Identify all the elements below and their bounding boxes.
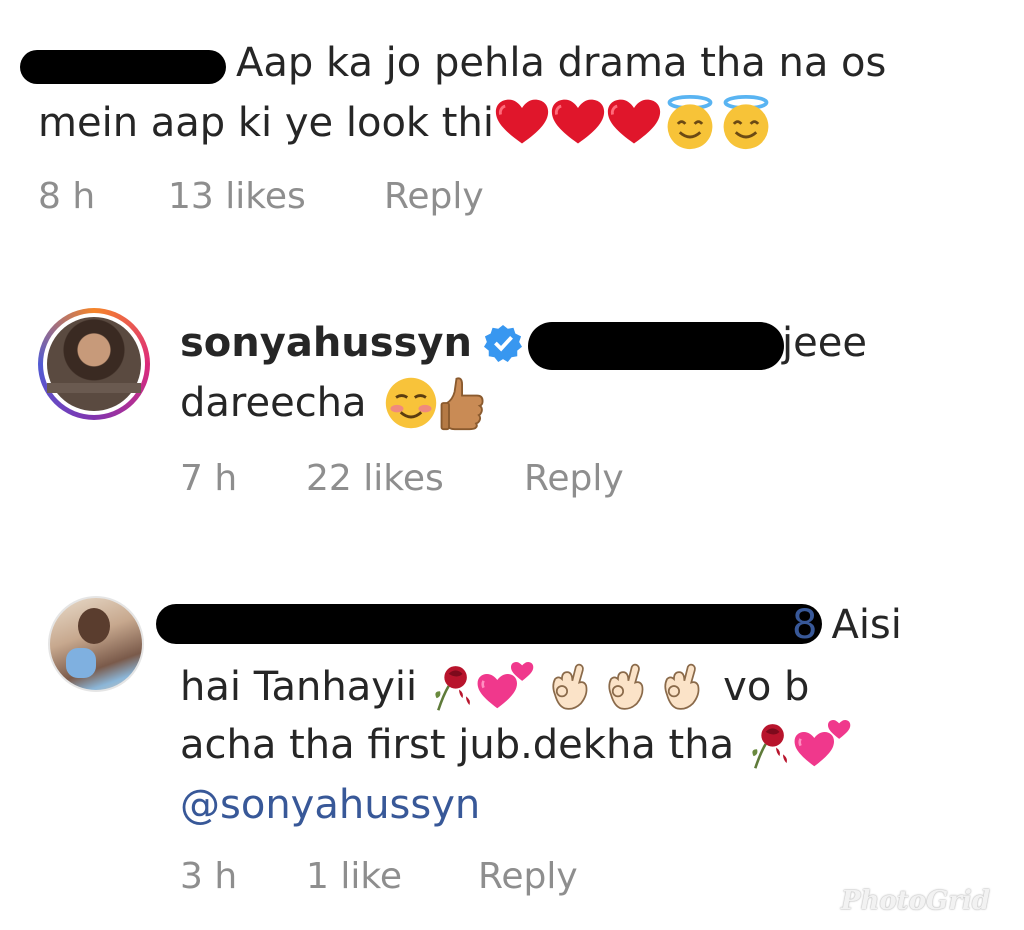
- wilted-rose-icon: [748, 718, 792, 776]
- comment-text-line2: mein aap ki ye look thi: [38, 94, 774, 155]
- comment-text-suffix: jeee: [782, 320, 867, 366]
- two-hearts-icon: [475, 660, 535, 718]
- comment-likes[interactable]: 22 likes: [306, 458, 524, 499]
- smiling-blush-icon: [383, 375, 439, 435]
- comment-header: 8 Aisi: [792, 596, 902, 654]
- mention-tail[interactable]: 8: [792, 602, 817, 648]
- comment-text-suffix: Aisi: [831, 602, 902, 648]
- reply-button[interactable]: Reply: [524, 458, 624, 499]
- redacted-username: [20, 50, 226, 84]
- heart-icon: [606, 96, 662, 154]
- comment-text-line1: Aap ka jo pehla drama tha na os: [236, 40, 887, 86]
- comment-1: Aap ka jo pehla drama tha na os mein aap…: [0, 0, 1024, 240]
- redacted-mention: [528, 322, 784, 370]
- username[interactable]: sonyahussyn: [180, 320, 472, 366]
- comment-3: 8 Aisi hai Tanhayii vo b acha tha first ju…: [0, 590, 1024, 910]
- comment-meta: 8 h 13 likes Reply: [38, 176, 484, 217]
- comment-likes[interactable]: 1 like: [306, 856, 478, 897]
- comment-likes[interactable]: 13 likes: [168, 176, 384, 217]
- ok-hand-icon: [657, 660, 703, 718]
- comment-time: 3 h: [180, 856, 238, 897]
- ok-hand-icon: [545, 660, 591, 718]
- avatar[interactable]: [48, 596, 144, 692]
- wilted-rose-icon: [431, 660, 475, 718]
- reply-button[interactable]: Reply: [478, 856, 578, 897]
- comment-header: sonyahussyn: [180, 314, 522, 374]
- comment-text-line2: dareecha: [180, 374, 487, 435]
- heart-icon: [550, 96, 606, 154]
- smiling-halo-icon: [662, 95, 718, 155]
- comment-text-line2: hai Tanhayii vo b: [180, 658, 809, 718]
- comment-meta: 3 h 1 like Reply: [180, 856, 578, 897]
- photogrid-watermark: PhotoGrid: [840, 886, 990, 916]
- comment-time: 8 h: [38, 176, 96, 217]
- thumbs-up-icon: [439, 375, 487, 435]
- redacted-username: [156, 604, 822, 644]
- comment-meta: 7 h 22 likes Reply: [180, 458, 624, 499]
- comment-time: 7 h: [180, 458, 238, 499]
- ok-hand-icon: [601, 660, 647, 718]
- reply-button[interactable]: Reply: [384, 176, 484, 217]
- comment-2: sonyahussyn jeee dareecha 7 h 22 likes R…: [0, 300, 1024, 530]
- heart-icon: [494, 96, 550, 154]
- two-hearts-icon: [792, 718, 852, 776]
- smiling-halo-icon: [718, 95, 774, 155]
- comment-text-line3: acha tha first jub.dekha tha: [180, 716, 852, 776]
- mention-link[interactable]: @sonyahussyn: [180, 776, 480, 834]
- verified-badge-icon: [484, 316, 522, 374]
- avatar[interactable]: [38, 308, 150, 420]
